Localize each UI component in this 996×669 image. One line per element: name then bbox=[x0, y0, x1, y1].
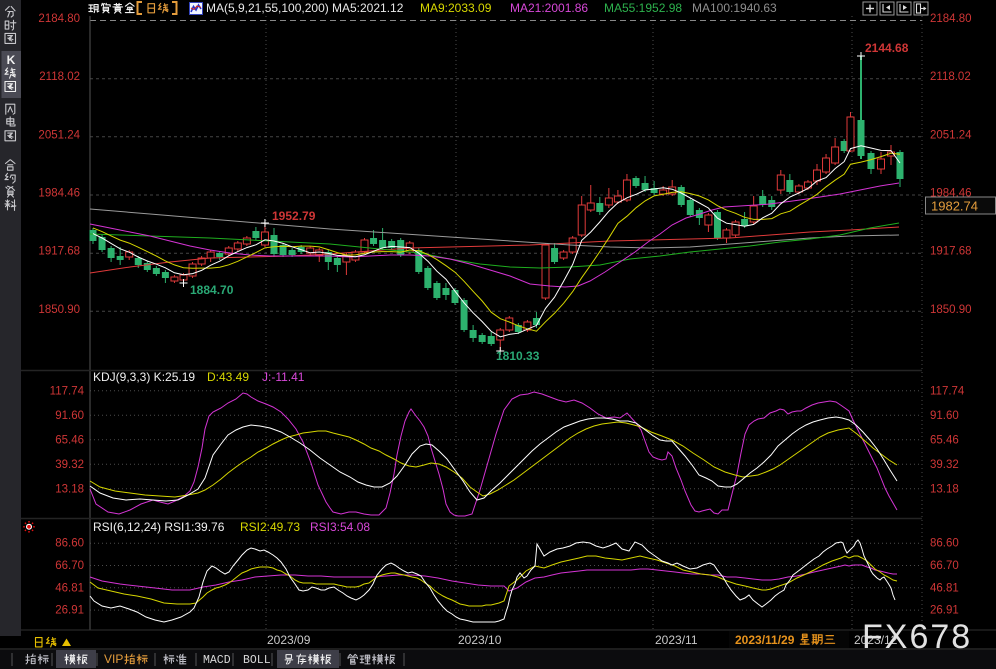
svg-text:117.74: 117.74 bbox=[50, 385, 85, 397]
svg-text:86.60: 86.60 bbox=[55, 538, 84, 550]
svg-text:J:-11.41: J:-11.41 bbox=[262, 370, 305, 384]
svg-text:2051.24: 2051.24 bbox=[930, 129, 972, 141]
svg-text:2118.02: 2118.02 bbox=[930, 71, 971, 83]
svg-text:MA21:2001.86: MA21:2001.86 bbox=[510, 1, 588, 15]
svg-text:K: K bbox=[7, 53, 16, 67]
svg-text:2023/09: 2023/09 bbox=[267, 633, 311, 647]
svg-text:1850.90: 1850.90 bbox=[38, 304, 80, 316]
svg-text:46.81: 46.81 bbox=[55, 582, 84, 594]
svg-text:26.91: 26.91 bbox=[55, 605, 84, 617]
svg-text:1917.68: 1917.68 bbox=[38, 246, 80, 258]
svg-text:BOLL: BOLL bbox=[243, 654, 271, 667]
svg-text:13.18: 13.18 bbox=[55, 483, 84, 495]
svg-text:RSI2:49.73: RSI2:49.73 bbox=[240, 520, 300, 534]
svg-text:1810.33: 1810.33 bbox=[496, 349, 540, 363]
svg-text:KDJ(9,3,3) K:25.19: KDJ(9,3,3) K:25.19 bbox=[93, 370, 195, 384]
svg-text:2184.80: 2184.80 bbox=[38, 13, 80, 25]
svg-text:117.74: 117.74 bbox=[930, 385, 965, 397]
svg-text:1952.79: 1952.79 bbox=[272, 209, 316, 223]
svg-text:26.91: 26.91 bbox=[930, 605, 959, 617]
svg-text:1984.46: 1984.46 bbox=[38, 188, 80, 200]
svg-text:MA100:1940.63: MA100:1940.63 bbox=[692, 1, 777, 15]
svg-text:VIP: VIP bbox=[104, 652, 123, 666]
svg-text:2051.24: 2051.24 bbox=[38, 129, 80, 141]
svg-text:MA9:2033.09: MA9:2033.09 bbox=[420, 1, 492, 15]
svg-text:2144.68: 2144.68 bbox=[865, 41, 909, 55]
svg-text:13.18: 13.18 bbox=[930, 483, 959, 495]
svg-text:91.60: 91.60 bbox=[55, 410, 84, 422]
svg-text:2184.80: 2184.80 bbox=[930, 13, 972, 25]
svg-text:66.70: 66.70 bbox=[55, 560, 84, 572]
svg-text:1982.74: 1982.74 bbox=[931, 199, 978, 214]
svg-text:46.81: 46.81 bbox=[930, 582, 959, 594]
svg-text:RSI3:54.08: RSI3:54.08 bbox=[310, 520, 370, 534]
svg-text:D:43.49: D:43.49 bbox=[207, 370, 249, 384]
svg-text:91.60: 91.60 bbox=[930, 410, 959, 422]
svg-text:65.46: 65.46 bbox=[930, 434, 959, 446]
svg-text:65.46: 65.46 bbox=[55, 434, 84, 446]
svg-text:1850.90: 1850.90 bbox=[930, 304, 972, 316]
svg-text:39.32: 39.32 bbox=[930, 459, 959, 471]
svg-text:MACD: MACD bbox=[203, 654, 231, 667]
svg-text:MA55:1952.98: MA55:1952.98 bbox=[604, 1, 682, 15]
svg-text:MA(5,9,21,55,100,200): MA(5,9,21,55,100,200) bbox=[206, 1, 329, 15]
svg-text:1917.68: 1917.68 bbox=[930, 246, 972, 258]
svg-text:MA5:2021.12: MA5:2021.12 bbox=[332, 1, 404, 15]
svg-text:2023/10: 2023/10 bbox=[458, 633, 502, 647]
svg-text:1884.70: 1884.70 bbox=[190, 283, 234, 297]
svg-text:86.60: 86.60 bbox=[930, 538, 959, 550]
svg-text:66.70: 66.70 bbox=[930, 560, 959, 572]
svg-text:2023/11: 2023/11 bbox=[655, 633, 698, 647]
svg-text:2118.02: 2118.02 bbox=[39, 71, 80, 83]
svg-text:2023/11/29: 2023/11/29 bbox=[735, 633, 795, 647]
svg-text:RSI(6,12,24) RSI1:39.76: RSI(6,12,24) RSI1:39.76 bbox=[93, 520, 225, 534]
svg-text:39.32: 39.32 bbox=[55, 459, 84, 471]
